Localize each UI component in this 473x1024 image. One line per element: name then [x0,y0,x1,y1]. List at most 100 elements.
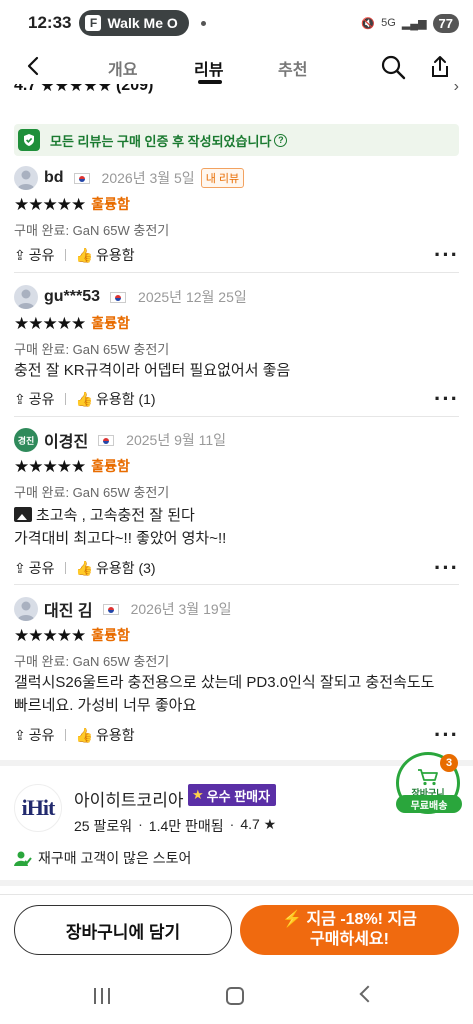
cart-count-badge: 3 [440,754,458,772]
share-icon: ⇪ [14,559,26,576]
review-actions: ⇪ 공유 👍 유용함 (1) ··· [14,388,459,410]
share-icon: ⇪ [14,726,26,743]
share-button[interactable]: ⇪ 공유 [14,245,55,265]
best-seller-badge: ★ 우수 판매자 [188,784,277,806]
add-to-cart-button[interactable]: 장바구니에 담기 [14,905,232,955]
rating-score: 4.7 [14,84,37,94]
helpful-button[interactable]: 👍 유용함 [76,725,135,745]
korea-flag-icon [110,291,127,303]
review-actions: ⇪ 공유 👍 유용함 ··· [14,724,459,746]
mute-icon: 🔇 [361,17,376,30]
more-options-icon[interactable]: ··· [434,244,459,266]
rating-count: (209) [115,84,154,94]
review-divider [14,272,459,273]
signal-icon: ▂▄▆ [401,17,427,30]
share-button[interactable]: ⇪ 공유 [14,558,55,578]
person-icon [14,597,38,621]
review-text: 갤럭시S26울트라 충전용으로 샀는데 PD3.0인식 잘되고 충전속도도 빠르… [14,674,435,714]
review-purchase-info: 구매 완료: GaN 65W 충전기 [14,485,170,500]
review-username[interactable]: gu***53 [44,288,100,306]
review-date: 2026년 3월 19일 [130,601,232,617]
thumbs-up-icon: 👍 [75,246,93,263]
star-badge-icon: ★ [192,787,204,802]
my-review-badge: 내 리뷰 [200,168,245,188]
seller-followers: 25 팔로워 [74,818,133,834]
review-purchase-info: 구매 완료: GaN 65W 충전기 [14,342,170,357]
share-icon: ⇪ [14,390,26,407]
rating-summary[interactable]: 4.7 ★★★★★ (209) › [14,84,459,98]
share-button[interactable]: ⇪ 공유 [14,389,55,409]
seller-name[interactable]: 아이히트코리아 [74,786,183,811]
seller-rating: 4.7 ★ [240,816,277,832]
review-text: 충전 잘 KR규격이라 어뎁터 필요없어서 좋음 [14,362,291,379]
review-divider [14,416,459,417]
notification-dot-icon [201,20,207,26]
top-nav: 개요 리뷰 추천 [0,46,473,88]
review-date: 2025년 9월 11일 [126,432,227,448]
more-options-icon[interactable]: ··· [434,388,459,410]
helpful-button[interactable]: 👍 유용함 (1) [76,389,156,409]
shield-check-icon [18,129,40,151]
person-icon [14,285,38,309]
system-nav-bar [0,974,473,1024]
seller-stats: 25 팔로워 · 1.4만 판매됨 · 4.7 ★ [74,816,277,834]
korea-flag-icon [73,172,90,184]
thumbs-up-icon: 👍 [75,726,93,743]
back-arrow-icon[interactable] [22,54,46,78]
review-username[interactable]: 이경진 [44,428,88,452]
review-stars: ★★★★★ 훌륭함 [14,313,130,333]
search-icon[interactable] [380,54,406,80]
avatar-initials: 경진 [14,428,38,452]
helpful-button[interactable]: 👍 유용함 (3) [76,558,156,578]
repeat-customer-icon [14,851,32,866]
review-grade: 훌륭함 [91,196,130,212]
review-stars: ★★★★★ 훌륭함 [14,456,130,476]
review-grade: 훌륭함 [91,458,130,474]
korea-flag-icon [98,434,115,446]
buy-now-button[interactable]: ⚡ 지금 -18%! 지금 구매하세요! [240,905,459,955]
review-date: 2026년 3월 5일 [101,170,195,186]
review-username[interactable]: 대진 김 [44,597,93,621]
photo-icon[interactable] [14,507,32,522]
helpful-button[interactable]: 👍 유용함 [76,245,135,265]
review-actions: ⇪ 공유 👍 유용함 ··· [14,244,459,266]
status-time: 12:33 [28,13,72,32]
seller-sold: 1.4만 판매됨 [148,818,224,834]
korea-flag-icon [102,603,119,615]
status-icons: 🔇 5G ▂▄▆ 77 [361,13,459,33]
status-bar: 12:33 F Walk Me O 🔇 5G ▂▄▆ 77 [0,0,473,46]
review-username[interactable]: bd [44,169,64,187]
review-stars: ★★★★★ 훌륭함 [14,625,130,645]
home-icon[interactable] [226,987,244,1005]
review-divider [14,584,459,585]
app-pill-label: Walk Me O [107,15,178,31]
share-button[interactable]: ⇪ 공유 [14,725,55,745]
verified-text: 모든 리뷰는 구매 인증 후 작성되었습니다 [50,133,272,149]
rating-stars: ★★★★★ [40,84,112,95]
app-pill[interactable]: F Walk Me O [79,10,190,36]
review-purchase-info: 구매 완료: GaN 65W 충전기 [14,223,170,238]
help-icon[interactable]: ? [274,133,288,147]
more-options-icon[interactable]: ··· [434,724,459,746]
bottom-action-bar: 장바구니에 담기 ⚡ 지금 -18%! 지금 구매하세요! [0,894,473,974]
tab-overview[interactable]: 개요 [108,56,137,80]
review-date: 2025년 12월 25일 [138,289,247,305]
tab-recommend[interactable]: 추천 [278,56,307,80]
more-options-icon[interactable]: ··· [434,557,459,579]
review-purchase-info: 구매 완료: GaN 65W 충전기 [14,654,170,669]
review-actions: ⇪ 공유 👍 유용함 (3) ··· [14,557,459,579]
review-text: 초고속 , 고속충전 잘 된다 가격대비 최고다~!! 좋았어 영차~!! [14,507,227,547]
battery-indicator: 77 [432,13,459,33]
tab-reviews[interactable]: 리뷰 [194,56,223,80]
nav-back-icon[interactable] [359,985,377,1003]
person-icon [14,166,38,190]
seller-note: 재구매 고객이 많은 스토어 [14,848,191,868]
chevron-right-icon: › [453,84,459,95]
seller-logo: iHit [14,784,62,832]
recent-apps-icon[interactable] [94,988,110,1004]
verified-banner: 모든 리뷰는 구매 인증 후 작성되었습니다 ? [14,124,459,156]
review-grade: 훌륭함 [91,315,130,331]
cart-icon [418,768,438,785]
thumbs-up-icon: 👍 [75,559,93,576]
share-icon[interactable] [427,54,453,80]
